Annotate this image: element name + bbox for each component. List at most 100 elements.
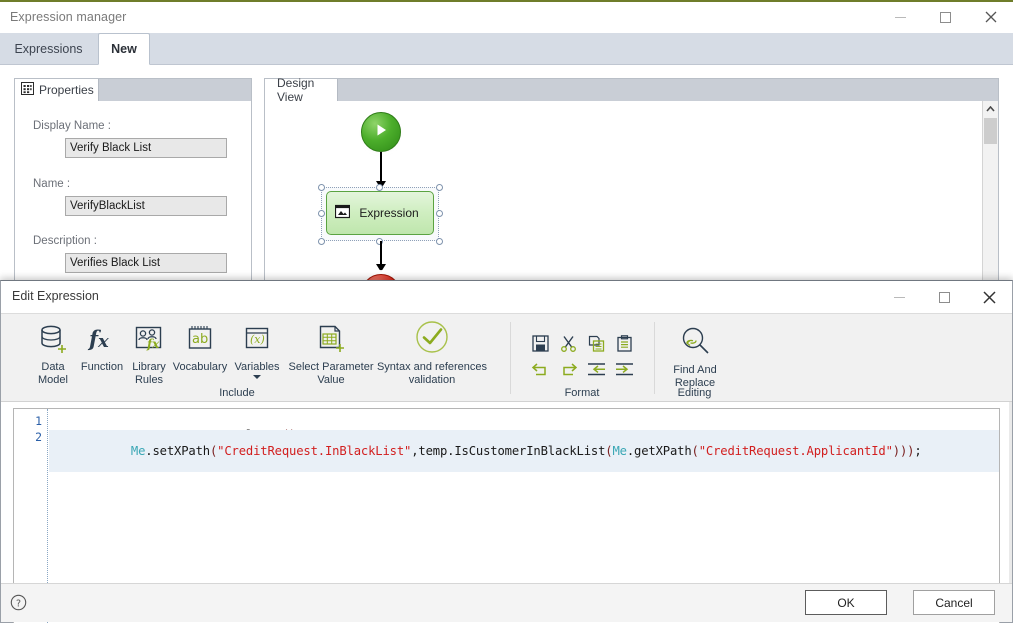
expression-manager-title: Expression manager xyxy=(10,10,127,24)
undo-icon[interactable] xyxy=(527,357,553,381)
select-parameter-table-icon xyxy=(314,320,348,358)
design-view-scroll-thumb[interactable] xyxy=(984,118,997,144)
resize-handle-nw[interactable] xyxy=(318,184,325,191)
resize-handle-n[interactable] xyxy=(376,184,383,191)
name-label: Name : xyxy=(33,178,71,190)
ribbon-button-library-rules-label: Library Rules xyxy=(132,361,166,386)
code-token: .setXPath xyxy=(145,444,210,458)
edit-expression-titlebar: Edit Expression xyxy=(1,281,1012,313)
variables-x-icon: (x) xyxy=(240,320,274,358)
display-name-label: Display Name : xyxy=(33,120,111,132)
edit-expression-footer: ? OK Cancel xyxy=(1,583,1012,622)
resize-handle-se[interactable] xyxy=(436,238,443,245)
flow-node-expression[interactable]: Expression xyxy=(326,191,434,235)
ribbon-button-function[interactable]: f x Function xyxy=(76,320,128,374)
ribbon-button-function-label: Function xyxy=(80,361,124,373)
description-label: Description : xyxy=(33,235,97,247)
maximize-icon[interactable] xyxy=(922,282,967,312)
ribbon-group-format: Format xyxy=(513,314,651,402)
close-icon[interactable] xyxy=(968,2,1013,32)
indent-icon[interactable] xyxy=(611,357,637,381)
properties-panel: Properties Display Name : Verify Black L… xyxy=(14,78,252,285)
ribbon-group-include: Data Model f x Function fx Library Rules… xyxy=(1,314,509,402)
resize-handle-e[interactable] xyxy=(436,210,443,217)
resize-handle-w[interactable] xyxy=(318,210,325,217)
ribbon-button-vocabulary[interactable]: ab Vocabulary xyxy=(169,320,231,374)
find-replace-magnifier-icon xyxy=(677,323,713,361)
flow-node-start[interactable] xyxy=(361,112,401,152)
tab-new-label: New xyxy=(111,42,137,56)
library-rules-icon: fx xyxy=(132,320,166,358)
ribbon-button-select-parameter-value-label: Select Parameter Value xyxy=(288,361,374,386)
design-view-tabstrip: Design View xyxy=(265,76,998,104)
maximize-icon[interactable] xyxy=(923,2,968,32)
ribbon-button-data-model[interactable]: Data Model xyxy=(28,320,78,387)
resize-handle-ne[interactable] xyxy=(436,184,443,191)
tab-design-view[interactable]: Design View xyxy=(265,76,338,104)
database-plus-icon xyxy=(36,320,70,358)
design-view-scrollbar[interactable] xyxy=(982,101,998,284)
ribbon-button-library-rules[interactable]: fx Library Rules xyxy=(123,320,175,387)
design-view-canvas[interactable]: Expression xyxy=(265,101,998,284)
tab-properties-label: Properties xyxy=(39,83,94,97)
ribbon-separator-1 xyxy=(510,322,511,394)
line-number: 1 xyxy=(35,414,42,428)
svg-text:?: ? xyxy=(15,598,20,609)
editor-outer-scrollbar[interactable] xyxy=(1009,402,1012,583)
tab-properties[interactable]: Properties xyxy=(15,79,99,101)
help-question-icon[interactable]: ? xyxy=(9,593,27,611)
description-input[interactable]: Verifies Black List xyxy=(65,253,227,273)
ribbon-group-format-label: Format xyxy=(564,387,600,399)
chevron-down-icon[interactable] xyxy=(253,375,261,379)
save-icon[interactable] xyxy=(527,331,553,355)
ribbon-button-syntax-validation-label: Syntax and references validation xyxy=(376,361,488,386)
close-icon[interactable] xyxy=(967,282,1012,312)
properties-panel-content: Display Name : Verify Black List Name : … xyxy=(15,101,251,284)
code-token: Me xyxy=(130,444,146,458)
svg-text:(x): (x) xyxy=(250,333,265,346)
cut-scissors-icon[interactable] xyxy=(555,331,581,355)
code-token: "CreditRequest.InBlackList" xyxy=(217,444,412,458)
expression-manager-titlebar: Expression manager xyxy=(0,2,1013,33)
flow-node-expression-label: Expression xyxy=(359,206,419,220)
ribbon-group-editing: Find And Replace Editing xyxy=(657,314,732,402)
screenshot-root: Expression manager Expressions New Prope… xyxy=(0,0,1013,623)
svg-text:fx: fx xyxy=(146,337,160,351)
line-number: 2 xyxy=(35,430,42,444)
code-token: "CreditRequest.ApplicantId" xyxy=(698,444,893,458)
ok-button[interactable]: OK xyxy=(805,590,887,615)
display-name-input[interactable]: Verify Black List xyxy=(65,138,227,158)
fx-function-icon: f x xyxy=(85,320,119,358)
copy-icon[interactable] xyxy=(583,331,609,355)
svg-text:ab: ab xyxy=(192,332,208,347)
resize-handle-sw[interactable] xyxy=(318,238,325,245)
vocabulary-ab-icon: ab xyxy=(183,320,217,358)
ribbon-button-syntax-validation[interactable]: Syntax and references validation xyxy=(364,320,500,387)
ribbon-separator-2 xyxy=(654,322,655,394)
tab-new[interactable]: New xyxy=(98,33,150,65)
expression-manager-tabstrip: Expressions New xyxy=(0,33,1013,65)
ribbon-button-vocabulary-label: Vocabulary xyxy=(172,361,228,373)
ribbon-group-editing-label: Editing xyxy=(677,387,712,399)
outdent-icon[interactable] xyxy=(583,357,609,381)
edit-expression-title: Edit Expression xyxy=(12,289,99,303)
ribbon-button-find-and-replace[interactable]: Find And Replace xyxy=(659,323,731,390)
ribbon-button-data-model-label: Data Model xyxy=(38,361,68,386)
cancel-button[interactable]: Cancel xyxy=(913,590,995,615)
connector-arrow-2 xyxy=(376,264,386,272)
ribbon-button-variables[interactable]: (x) Variables xyxy=(229,320,285,379)
check-circle-icon xyxy=(413,320,451,358)
redo-icon[interactable] xyxy=(555,357,581,381)
design-view-panel: Design View Expression xyxy=(264,76,999,285)
chevron-up-icon[interactable] xyxy=(983,101,998,117)
tab-expressions[interactable]: Expressions xyxy=(2,33,95,65)
minimize-icon[interactable] xyxy=(877,282,922,312)
code-token: ; xyxy=(914,444,922,458)
minimize-icon[interactable] xyxy=(878,2,923,32)
paste-icon[interactable] xyxy=(611,331,637,355)
name-input[interactable]: VerifyBlackList xyxy=(65,196,227,216)
code-token: Me xyxy=(612,444,627,458)
ribbon-button-variables-label: Variables xyxy=(234,361,280,373)
tab-design-view-label: Design View xyxy=(277,76,315,104)
code-line-2: Me.setXPath("CreditRequest.InBlackList",… xyxy=(49,430,999,472)
